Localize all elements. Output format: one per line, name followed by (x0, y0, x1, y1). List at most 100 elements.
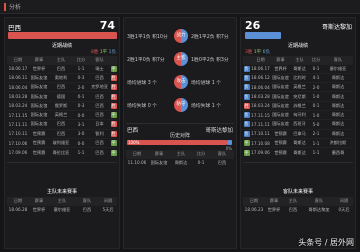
table-cell: 18.06.11 (7, 72, 29, 83)
table-cell: 哥斯达 (290, 137, 309, 148)
table-row[interactable]: 负 17.11.11 国际友谊 西班牙 5-0 哥斯达 (243, 119, 353, 130)
table-cell: 0-3 (73, 100, 89, 111)
table-cell: 18.03.28 (7, 91, 29, 102)
table-cell: 巴西 (49, 128, 73, 139)
table-cell: 巴拿马 (290, 128, 309, 139)
column-header: 客队 (217, 150, 227, 156)
home-future-table: 日期 赛事 主队 客队 间隔 18.06.28 世界杯 塞尔维亚 巴西 5天后 (7, 197, 117, 215)
table-cell: 世预赛 (29, 128, 49, 139)
table-row[interactable]: 负 18.06.17 世界杯 哥斯达 0-1 塞尔维亚 (243, 63, 353, 74)
away-record-legend: 3胜 1平 6负 (245, 49, 270, 55)
table-row[interactable]: 负 18.03.28 国际友谊 突尼斯 1-0 哥斯达 (243, 91, 353, 102)
result-cell: 负 (243, 109, 250, 120)
away-future-table: 日期 赛事 主队 客队 间隔 18.06.23 世界杯 巴西 哥斯达黎加 0天后 (243, 197, 353, 215)
stat-home-text: 场均失球 0 个 (127, 104, 158, 109)
result-badge: 负 (243, 65, 250, 72)
table-cell: 哥斯达 (323, 119, 353, 130)
table-cell: 18.06.17 (250, 63, 271, 74)
away-recent-table: 日期 赛事 主队 比分 客队 负 18.06.17 世界杯 哥斯达 0-1 塞尔维亚负 18.06.… (243, 56, 353, 157)
table-cell: 2-0 (309, 82, 323, 92)
result-cell: 平 (110, 147, 117, 157)
table-cell: 哥斯达 (290, 147, 309, 157)
table-cell: 巴西 (89, 72, 110, 83)
table-cell: 巴西 (75, 204, 99, 215)
home-team-name[interactable]: 巴西 (8, 22, 21, 32)
table-row[interactable]: 17.11.11 国际友谊 巴西 3-1 日本胜 (7, 119, 117, 130)
h2h-bar-home (127, 140, 227, 145)
table-cell: 4-1 (309, 72, 323, 83)
table-cell: 17.10.06 (7, 137, 29, 148)
table-cell: 5-0 (309, 119, 323, 130)
table-row[interactable]: 平 17.09.06 世预赛 哥斯达 1-1 墨西哥 (243, 147, 353, 157)
column-header: 赛事 (269, 197, 279, 203)
table-cell: 18.06.28 (7, 204, 29, 215)
table-cell: 17.10.11 (250, 128, 271, 139)
result-badge: 平 (110, 149, 117, 156)
table-cell: 克罗地亚 (89, 82, 110, 92)
table-cell: 国际友谊 (271, 100, 290, 111)
result-cell: 负 (243, 63, 250, 74)
stat-home-text: 场均进球 3 个 (127, 81, 158, 86)
home-wins: 8胜 (91, 50, 99, 55)
divider (126, 123, 234, 124)
result-badge: 平 (110, 65, 117, 72)
result-cell: 负 (243, 72, 250, 83)
table-cell: 2-0 (73, 82, 89, 92)
table-row[interactable]: 平 17.10.08 世预赛 哥斯达 1-1 洪都拉斯 (243, 137, 353, 148)
table-cell: 国际友谊 (29, 91, 49, 102)
table-cell: 哥斯达 (323, 82, 353, 92)
home-score: 74 (99, 19, 115, 32)
table-row[interactable]: 17.10.11 世预赛 巴西 3-0 智利胜 (7, 128, 117, 139)
result-badge: 负 (243, 84, 250, 91)
table-row[interactable]: 负 18.06.12 国际友谊 比利时 4-1 哥斯达 (243, 72, 353, 83)
table-cell: 世预赛 (271, 128, 290, 139)
column-header: 赛事 (276, 56, 285, 62)
table-cell: 0-1 (309, 63, 323, 74)
table-cell: 巴西 (89, 147, 110, 157)
table-cell: 3-1 (73, 119, 89, 130)
away-future-title: 客队未来赛事 (282, 189, 313, 195)
table-cell: 17.11.15 (7, 109, 29, 120)
away-wins: 3胜 (245, 50, 253, 55)
table-cell: 世预赛 (271, 137, 290, 148)
column-header: 赛事 (34, 197, 44, 203)
table-cell: 日本 (89, 119, 110, 130)
home-panel: 巴西 74 近期战绩 8胜 1平 1负 日期 赛事 主队 比分 客队 18.06.17 世… (4, 17, 120, 249)
table-cell: 1-1 (309, 137, 323, 148)
away-losses: 6负 (262, 50, 270, 55)
table-row[interactable]: 负 17.10.11 世预赛 巴拿马 2-1 哥斯达 (243, 128, 353, 139)
table-row[interactable]: 17.11.15 国际友谊 英格兰 0-0 巴西平 (7, 109, 117, 120)
table-row[interactable]: 负 18.06.04 国际友谊 英格兰 2-0 哥斯达 (243, 82, 353, 92)
h2h-home-pct: 100% (128, 140, 140, 145)
table-row[interactable]: 18.06.23 世界杯 巴西 哥斯达黎加 0天后 (243, 204, 353, 215)
table-cell: 英格兰 (290, 82, 309, 92)
table-cell: 哥斯达 (290, 63, 309, 74)
table-cell: 塞尔维亚 (49, 204, 75, 215)
column-header: 客队 (82, 197, 92, 203)
table-cell: 哥斯达 (323, 100, 353, 111)
table-row[interactable]: 胜 18.03.24 国际友谊 苏格兰 0-1 哥斯达 (243, 100, 353, 111)
table-row[interactable]: 17.09.06 世预赛 哥伦比亚 1-1 巴西平 (7, 147, 117, 157)
table-row[interactable]: 18.06.11 国际友谊 奥地利 0-3 巴西胜 (7, 72, 117, 83)
h2h-home-team[interactable]: 巴西 (127, 126, 138, 134)
table-cell: 0-1 (192, 157, 210, 168)
table-row[interactable]: 负 17.11.15 国际友谊 匈牙利 1-0 哥斯达 (243, 109, 353, 120)
table-row[interactable]: 18.03.24 国际友谊 俄罗斯 0-3 巴西胜 (7, 100, 117, 111)
result-column-header (243, 56, 250, 64)
table-row[interactable]: 18.03.28 国际友谊 德国 0-1 巴西胜 (7, 91, 117, 102)
table-cell: 世界杯 (265, 204, 283, 215)
column-header: 主队 (176, 150, 186, 156)
result-badge: 胜 (110, 74, 117, 81)
table-row[interactable]: 18.06.28 世界杯 塞尔维亚 巴西 5天后 (7, 204, 117, 215)
table-cell: 国际友谊 (29, 119, 49, 130)
table-cell: 18.06.04 (250, 82, 271, 92)
h2h-away-team[interactable]: 哥斯达黎加 (205, 126, 233, 134)
table-row[interactable]: 17.10.06 世预赛 玻利维亚 0-0 巴西平 (7, 137, 117, 148)
away-team-name[interactable]: 哥斯达黎加 (322, 22, 352, 31)
table-row[interactable]: 18.06.17 世界杯 巴西 1-1 瑞士平 (7, 63, 117, 74)
table-cell: 国际友谊 (271, 119, 290, 130)
table-row[interactable]: 11.10.06 国际友谊 哥斯达 0-1 巴西 (126, 157, 234, 168)
table-cell: 18.03.28 (250, 91, 271, 102)
home-record-legend: 8胜 1平 1负 (91, 49, 116, 55)
table-row[interactable]: 18.06.04 国际友谊 巴西 2-0 克罗地亚胜 (7, 82, 117, 92)
